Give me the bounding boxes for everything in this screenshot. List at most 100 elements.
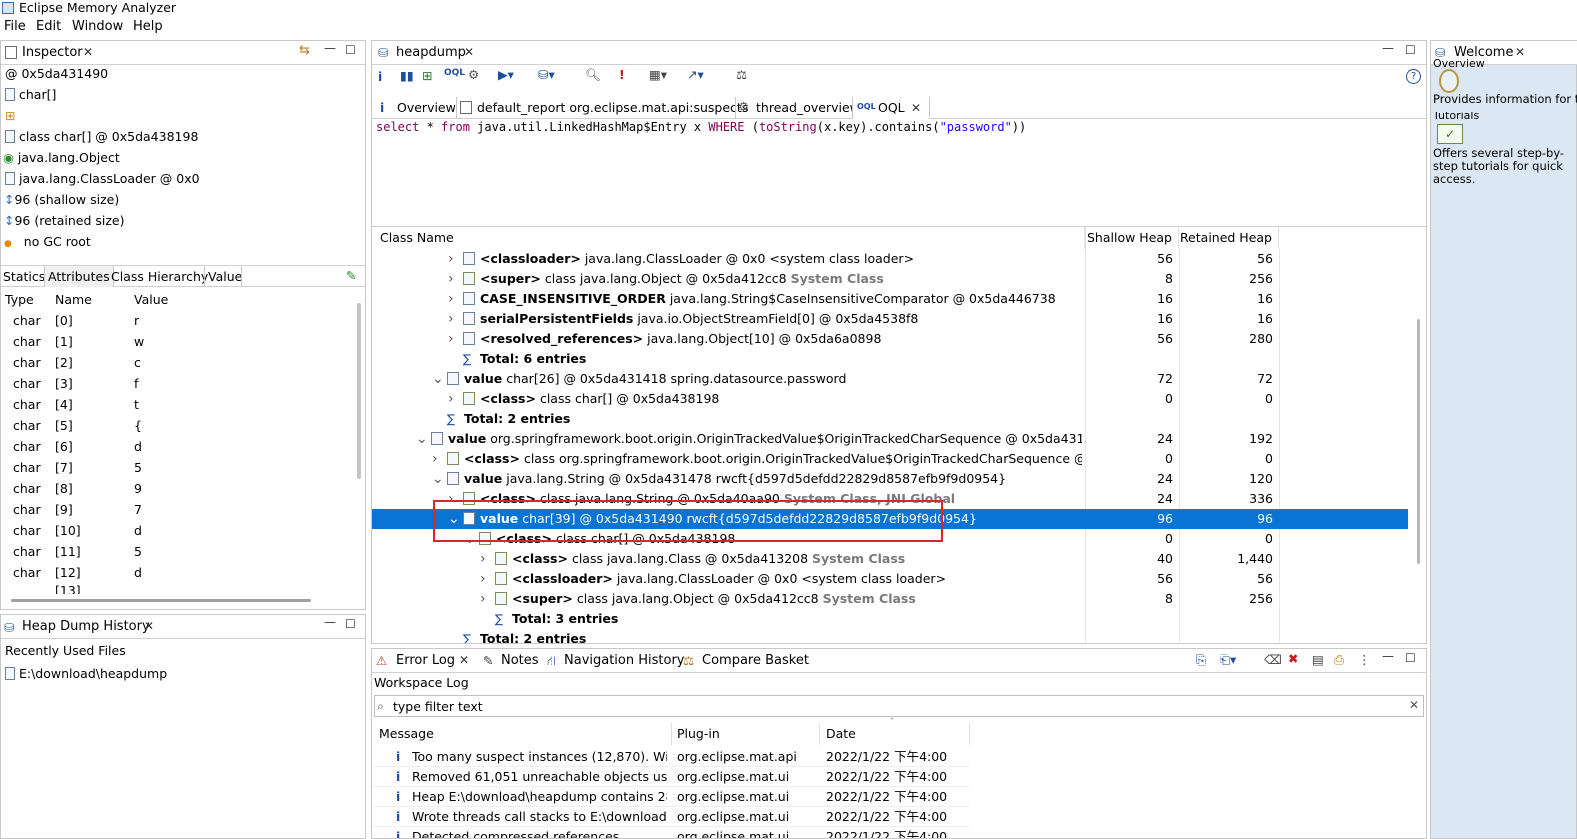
calculate-icon[interactable]: ▦▾ <box>649 67 667 82</box>
open-log-icon[interactable]: ▤ <box>1312 652 1324 667</box>
restore-log-icon[interactable]: ⎙ <box>1334 652 1344 668</box>
close-icon[interactable]: ✕ <box>464 45 474 59</box>
export-icon[interactable]: ↗▾ <box>687 67 704 82</box>
expand-chevron-icon[interactable]: › <box>448 289 454 309</box>
menu-window[interactable]: Window <box>72 19 123 34</box>
log-row[interactable]: i Wrote threads call stacks to E:\downloa… <box>372 807 970 827</box>
result-row[interactable]: › <class> class org.springframework.boot.… <box>372 449 1412 469</box>
tab-oql[interactable]: OQL <box>878 100 905 115</box>
oql-icon[interactable]: OQL <box>444 68 465 78</box>
close-icon[interactable]: ✕ <box>83 45 93 59</box>
result-row[interactable]: › <super> class java.lang.Object @ 0x5da4… <box>372 589 1412 609</box>
expand-chevron-icon[interactable]: › <box>448 389 454 409</box>
result-row[interactable]: ∑ Total: 2 entries <box>372 409 1412 429</box>
overview-label[interactable]: Overview <box>1433 59 1577 71</box>
attributes-hscrollbar[interactable] <box>11 599 311 602</box>
tab-thread-overview[interactable]: thread_overview <box>756 100 860 115</box>
col-type[interactable]: Type <box>5 292 34 307</box>
tab-error-log[interactable]: Error Log <box>396 653 455 668</box>
maximize-icon[interactable]: ☐ <box>1405 651 1416 665</box>
tab-default-report[interactable]: default_report org.eclipse.mat.api:suspe… <box>477 100 748 115</box>
view-menu-icon[interactable]: ⋮ <box>1358 652 1371 667</box>
leak-suspects-icon[interactable]: ! <box>619 67 625 82</box>
collapse-chevron-icon[interactable]: ⌄ <box>416 429 428 449</box>
result-row[interactable]: › CASE_INSENSITIVE_ORDER java.lang.String… <box>372 289 1412 309</box>
col-message[interactable]: Message <box>372 723 672 745</box>
menu-help[interactable]: Help <box>133 19 163 34</box>
attr-type[interactable]: char <box>13 353 41 373</box>
tab-notes[interactable]: Notes <box>501 653 539 668</box>
attr-type[interactable]: char <box>13 311 41 331</box>
compare-icon[interactable]: ⚖ <box>736 67 747 82</box>
col-retained-heap[interactable]: Retained Heap <box>1179 227 1279 249</box>
filter-input-box[interactable]: ⌕ type filter text ✕ <box>374 695 1424 717</box>
col-class-name[interactable]: Class Name <box>372 227 1085 249</box>
tutorials-label[interactable]: Tutorials <box>1433 112 1577 124</box>
history-tab-label[interactable]: Heap Dump History <box>22 619 150 634</box>
attributes-scrollbar[interactable] <box>357 303 361 479</box>
threads-icon[interactable]: ⚙ <box>468 67 479 82</box>
results-scrollbar[interactable] <box>1417 319 1420 564</box>
col-date[interactable]: Date <box>820 723 970 745</box>
result-row[interactable]: ∑ Total: 2 entries <box>372 629 1412 643</box>
expand-chevron-icon[interactable]: › <box>448 329 454 349</box>
tab-compare-basket[interactable]: Compare Basket <box>702 653 809 668</box>
close-icon[interactable]: ✕ <box>911 101 921 115</box>
filter-input[interactable]: type filter text <box>393 699 483 714</box>
minimize-icon[interactable]: — <box>1382 649 1394 663</box>
minimize-icon[interactable]: — <box>1382 41 1394 55</box>
tab-attributes[interactable]: Attributes <box>44 266 114 287</box>
minimize-icon[interactable]: — <box>324 615 336 629</box>
result-row[interactable]: ⌄ value org.springframework.boot.origin.O… <box>372 429 1412 449</box>
help-icon[interactable]: ? <box>1406 69 1421 84</box>
clear-filter-icon[interactable]: ✕ <box>1409 698 1419 712</box>
search-icon[interactable]: 🔍︎ <box>585 67 601 83</box>
attr-type[interactable]: char <box>13 332 41 352</box>
close-icon[interactable]: ✕ <box>144 619 154 633</box>
export-log-icon[interactable]: ⎘ <box>1196 652 1206 668</box>
query-browser-icon[interactable]: ⛁▾ <box>538 67 555 82</box>
col-name[interactable]: Name <box>55 292 92 307</box>
overview-icon[interactable] <box>1439 69 1459 93</box>
import-log-icon[interactable]: ⎗▾ <box>1220 652 1236 668</box>
attr-type[interactable]: char <box>13 416 41 436</box>
run-report-icon[interactable]: ▶▾ <box>498 67 514 82</box>
close-icon[interactable]: ✕ <box>459 653 469 667</box>
tab-navigation-history[interactable]: Navigation History <box>564 653 685 668</box>
heapdump-tab-label[interactable]: heapdump <box>396 45 466 60</box>
col-plugin[interactable]: Plug-in <box>672 723 820 745</box>
log-row[interactable]: i Too many suspect instances (12,870). Wi… <box>372 747 970 767</box>
result-row[interactable]: › <classloader> java.lang.ClassLoader @ 0… <box>372 249 1412 269</box>
result-row[interactable]: › <resolved_references> java.lang.Object[… <box>372 329 1412 349</box>
close-icon[interactable]: ✕ <box>1515 45 1525 59</box>
minimize-icon[interactable]: — <box>324 41 336 55</box>
tab-overview[interactable]: Overview <box>397 100 456 115</box>
attr-type[interactable]: char <box>13 479 41 499</box>
col-value[interactable]: Value <box>134 292 168 307</box>
welcome-tab-label[interactable]: Welcome <box>1454 45 1513 60</box>
tutorials-icon[interactable]: ✓ <box>1437 124 1463 144</box>
attr-type[interactable]: char <box>13 437 41 457</box>
expand-chevron-icon[interactable]: › <box>448 249 454 269</box>
log-row[interactable]: i Detected compressed references org.eclip… <box>372 827 970 838</box>
expand-chevron-icon[interactable]: › <box>480 549 486 569</box>
result-row[interactable]: › <class> class java.lang.Class @ 0x5da41… <box>372 549 1412 569</box>
attr-type[interactable]: char <box>13 521 41 541</box>
attr-type[interactable]: char <box>13 563 41 583</box>
info-icon[interactable]: i <box>378 69 382 84</box>
result-row[interactable]: › <class> class char[] @ 0x5da438198 0 0 <box>372 389 1412 409</box>
result-row[interactable]: ⌄ value char[26] @ 0x5da431418 spring.dat… <box>372 369 1412 389</box>
collapse-chevron-icon[interactable]: ⌄ <box>432 469 444 489</box>
clear-log-icon[interactable]: ⌫ <box>1264 652 1282 667</box>
dominator-tree-icon[interactable]: ⊞ <box>422 68 432 83</box>
histogram-icon[interactable]: ▮▮ <box>400 68 414 83</box>
result-row[interactable]: ⌄ value java.lang.String @ 0x5da431478 rw… <box>372 469 1412 489</box>
tab-value[interactable]: Value <box>208 269 242 284</box>
recent-file-item[interactable]: E:\download\heapdump <box>5 664 167 684</box>
expand-chevron-icon[interactable]: › <box>432 449 438 469</box>
attr-type[interactable]: char <box>13 500 41 520</box>
attr-type[interactable]: char <box>13 395 41 415</box>
expand-chevron-icon[interactable]: › <box>480 569 486 589</box>
attr-type[interactable]: char <box>13 458 41 478</box>
result-row[interactable]: › serialPersistentFields java.io.ObjectSt… <box>372 309 1412 329</box>
